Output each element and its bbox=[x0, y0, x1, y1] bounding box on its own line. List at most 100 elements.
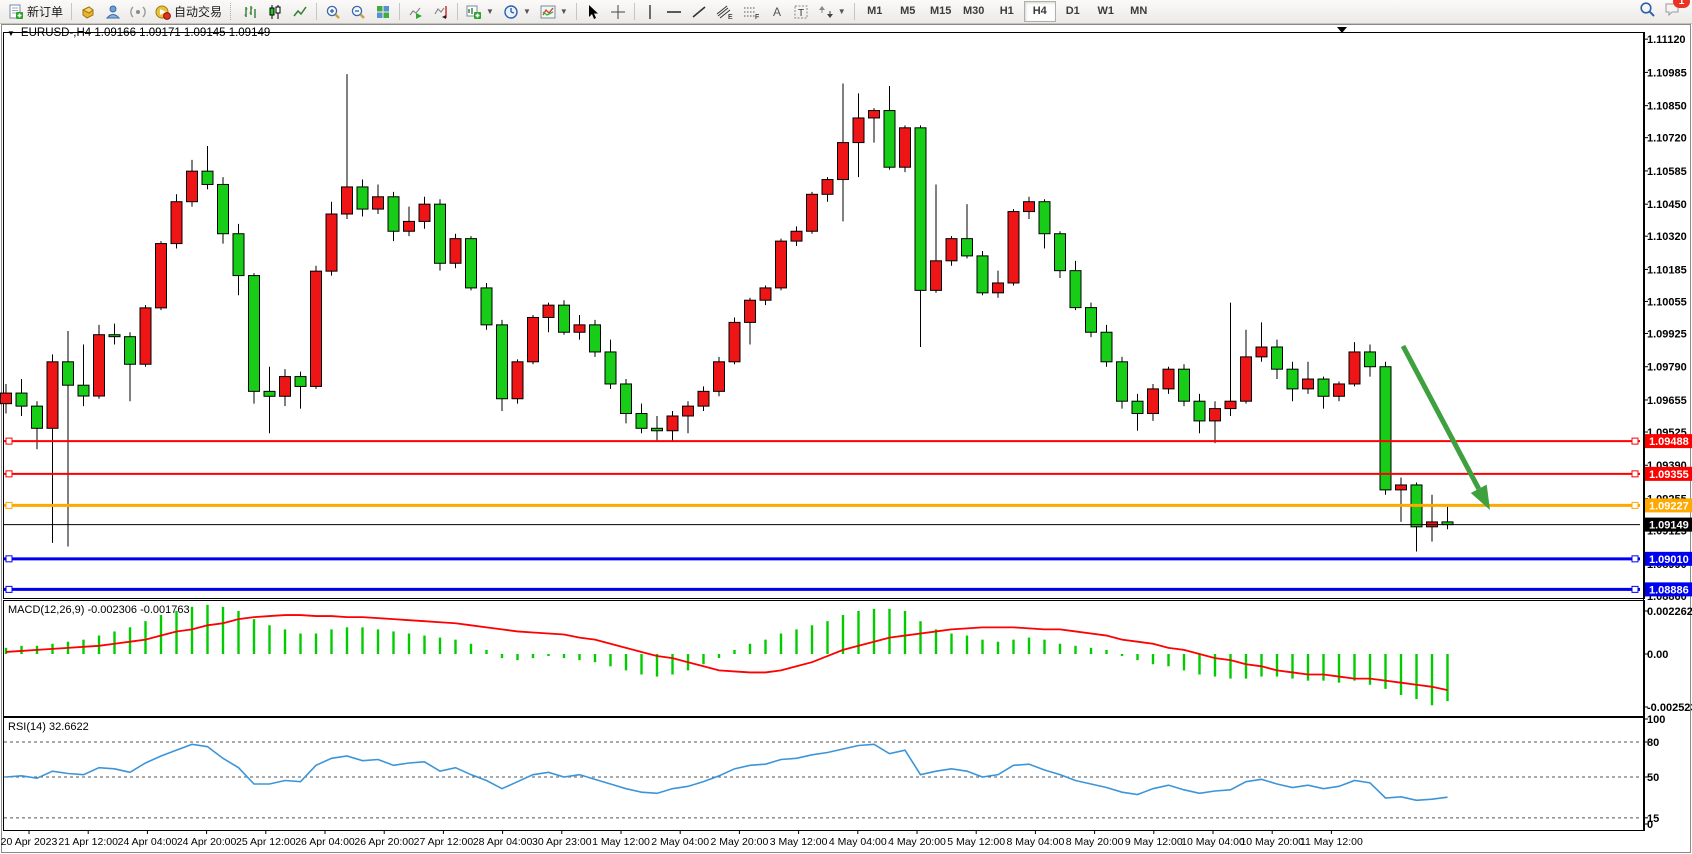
line-handle[interactable] bbox=[6, 586, 12, 592]
new-chart-button[interactable]: ▼ bbox=[462, 0, 498, 24]
new-order-button[interactable]: 新订单 bbox=[4, 0, 67, 24]
rsi-axis-label: 100 bbox=[1647, 714, 1665, 726]
price-tick-label: 1.10320 bbox=[1647, 231, 1687, 243]
line-price-label: 1.09355 bbox=[1649, 469, 1689, 481]
zoom-out-button[interactable] bbox=[346, 0, 370, 24]
macd-bar bbox=[144, 621, 146, 654]
line-handle[interactable] bbox=[1632, 556, 1638, 562]
line-handle[interactable] bbox=[6, 556, 12, 562]
zoom-in-button[interactable] bbox=[321, 0, 345, 24]
symbol-dropdown-icon[interactable]: ▼ bbox=[7, 29, 15, 38]
new-chart-icon bbox=[466, 4, 482, 20]
macd-bar bbox=[1090, 648, 1092, 654]
macd-bar bbox=[1369, 654, 1371, 685]
text-button[interactable]: A bbox=[766, 0, 788, 24]
signals-button[interactable] bbox=[126, 0, 150, 24]
trendline-button[interactable] bbox=[687, 0, 711, 24]
macd-bar bbox=[795, 629, 797, 654]
date-label: 21 Apr 12:00 bbox=[58, 836, 118, 848]
line-handle[interactable] bbox=[6, 438, 12, 444]
timeframe-MN[interactable]: MN bbox=[1123, 1, 1155, 22]
macd-bar bbox=[1431, 654, 1433, 705]
candle bbox=[357, 187, 368, 209]
timeframe-M30[interactable]: M30 bbox=[958, 1, 990, 22]
symbol-ohlc-text: EURUSD-,H4 1.09166 1.09171 1.09145 1.091… bbox=[21, 27, 270, 39]
macd-bar bbox=[981, 640, 983, 654]
macd-bar bbox=[1276, 654, 1278, 677]
line-handle[interactable] bbox=[6, 502, 12, 508]
crosshair-button[interactable] bbox=[606, 0, 630, 24]
timeframe-W1[interactable]: W1 bbox=[1090, 1, 1122, 22]
zoom-in-icon bbox=[325, 4, 341, 20]
candle bbox=[47, 362, 58, 429]
date-label: 30 Apr 23:00 bbox=[532, 836, 592, 848]
person-icon bbox=[105, 4, 121, 20]
signal-radio-icon bbox=[130, 4, 146, 20]
toolbar-separator bbox=[316, 3, 317, 20]
mt4-window: 新订单 自动交易 bbox=[0, 0, 1692, 854]
macd-bar bbox=[718, 654, 720, 658]
chart-line-button[interactable] bbox=[288, 0, 312, 24]
candle bbox=[869, 111, 880, 118]
svg-text:F: F bbox=[755, 14, 759, 20]
bar-chart-icon bbox=[242, 4, 258, 20]
price-tick-label: 1.10985 bbox=[1647, 67, 1687, 79]
macd-bar bbox=[842, 615, 844, 654]
candle bbox=[1365, 352, 1376, 367]
indicators-button[interactable]: ▼ bbox=[536, 0, 572, 24]
line-handle[interactable] bbox=[1632, 471, 1638, 477]
horizontal-line-button[interactable] bbox=[662, 0, 686, 24]
timeframe-H1[interactable]: H1 bbox=[991, 1, 1023, 22]
line-handle[interactable] bbox=[1632, 586, 1638, 592]
chart-candles-button[interactable] bbox=[263, 0, 287, 24]
chart-canvas[interactable]: 1.111201.109851.108501.107201.105851.104… bbox=[0, 24, 1692, 854]
candle bbox=[915, 128, 926, 291]
notifications-button[interactable]: 1 bbox=[1664, 1, 1682, 22]
macd-bar bbox=[315, 634, 317, 655]
timeframe-M15[interactable]: M15 bbox=[925, 1, 957, 22]
timeframe-H4[interactable]: H4 bbox=[1024, 1, 1056, 22]
candle bbox=[900, 128, 911, 167]
candle bbox=[528, 317, 539, 361]
toolbar-separator bbox=[457, 3, 458, 20]
search-icon[interactable] bbox=[1639, 1, 1656, 23]
macd-bar bbox=[5, 648, 7, 654]
fibonacci-button[interactable]: F bbox=[739, 0, 765, 24]
line-handle[interactable] bbox=[1632, 438, 1638, 444]
indicators-icon bbox=[540, 4, 556, 20]
candle bbox=[264, 391, 275, 396]
text-label-button[interactable]: T bbox=[789, 0, 813, 24]
timeframe-D1[interactable]: D1 bbox=[1057, 1, 1089, 22]
tile-windows-button[interactable] bbox=[371, 0, 395, 24]
vertical-line-button[interactable] bbox=[639, 0, 661, 24]
macd-bar bbox=[330, 629, 332, 654]
autotrade-label: 自动交易 bbox=[174, 3, 222, 20]
toolbar-separator bbox=[854, 3, 855, 20]
cursor-button[interactable] bbox=[581, 0, 605, 24]
chart-shift-button[interactable] bbox=[429, 0, 453, 24]
candle bbox=[1303, 379, 1314, 389]
timeframe-M1[interactable]: M1 bbox=[859, 1, 891, 22]
timeframe-M5[interactable]: M5 bbox=[892, 1, 924, 22]
periods-button[interactable]: ▼ bbox=[499, 0, 535, 24]
macd-bar bbox=[423, 636, 425, 654]
arrows-button[interactable]: ▼ bbox=[814, 0, 850, 24]
equidistant-channel-button[interactable]: E bbox=[712, 0, 738, 24]
rsi-axis-label: 80 bbox=[1647, 737, 1659, 749]
macd-bar bbox=[578, 654, 580, 660]
date-label: 4 May 04:00 bbox=[829, 836, 887, 848]
deposit-button[interactable] bbox=[76, 0, 100, 24]
chart-bars-button[interactable] bbox=[238, 0, 262, 24]
auto-scroll-button[interactable] bbox=[404, 0, 428, 24]
price-tick-label: 1.10185 bbox=[1647, 264, 1687, 276]
accounts-button[interactable] bbox=[101, 0, 125, 24]
date-label: 10 May 20:00 bbox=[1240, 836, 1304, 848]
macd-bar bbox=[950, 634, 952, 655]
candle bbox=[156, 244, 167, 308]
autotrade-button[interactable]: 自动交易 bbox=[151, 0, 226, 24]
candle bbox=[497, 325, 508, 399]
candle bbox=[466, 239, 477, 288]
line-handle[interactable] bbox=[6, 471, 12, 477]
line-handle[interactable] bbox=[1632, 502, 1638, 508]
macd-bar bbox=[749, 644, 751, 654]
